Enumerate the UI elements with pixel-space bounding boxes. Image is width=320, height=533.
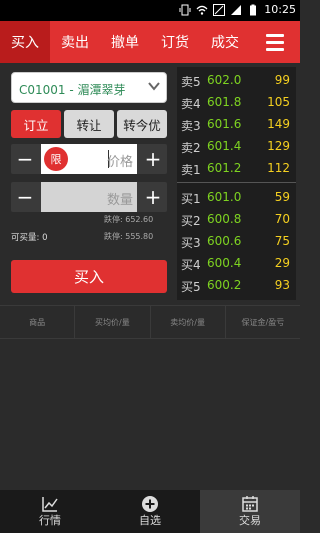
signal-icon [231, 4, 242, 15]
order-type-group: 订立 转让 转今优 [11, 110, 167, 138]
bottom-nav: 行情 自选 交易 [0, 490, 300, 533]
order-book-panel: 卖5 602.0 99 卖4 601.8 105 卖3 601.6 149 卖2… [177, 67, 296, 300]
clock-time: 10:25 [264, 3, 296, 16]
add-circle-icon [142, 496, 158, 512]
tab-cancel-order[interactable]: 撤单 [100, 21, 150, 63]
column-header-product: 商品 [0, 306, 76, 338]
bid-label: 买4 [181, 258, 201, 272]
bid-label: 买1 [181, 192, 201, 206]
bid-volume: 93 [274, 278, 290, 292]
transfer-button[interactable]: 转让 [64, 110, 114, 138]
ask-label: 卖5 [181, 75, 201, 89]
nav-trade[interactable]: 交易 [200, 490, 300, 533]
ask-label: 卖1 [181, 163, 201, 177]
calendar-icon [242, 496, 258, 512]
order-book: 卖5 602.0 99 卖4 601.8 105 卖3 601.6 149 卖2… [174, 63, 300, 303]
column-header-margin-pnl: 保证金/盈亏 [241, 317, 285, 327]
nav-watchlist[interactable]: 自选 [100, 490, 200, 533]
menu-button[interactable] [250, 21, 300, 63]
bid-row: 买2 600.8 70 [177, 208, 296, 230]
nav-market[interactable]: 行情 [0, 490, 100, 533]
ask-price: 602.0 [207, 73, 242, 87]
ask-volume: 149 [267, 117, 290, 131]
ask-row: 卖1 601.2 112 [177, 157, 296, 179]
quantity-increment-button[interactable]: + [139, 182, 167, 212]
tab-sell[interactable]: 卖出 [50, 21, 100, 63]
ask-price: 601.4 [207, 139, 242, 153]
no-signal-icon [213, 3, 226, 16]
buy-submit-button[interactable]: 买入 [11, 260, 167, 293]
price-input[interactable]: 限 价格 [41, 144, 137, 174]
price-stepper: − 限 价格 + [11, 144, 167, 174]
limit-down-price: 跌停: 555.80 [104, 232, 154, 241]
bid-volume: 75 [274, 234, 290, 248]
bid-label: 买2 [181, 214, 201, 228]
bid-price: 600.2 [207, 278, 242, 292]
bid-row: 买4 600.4 29 [177, 252, 296, 274]
menu-icon [266, 33, 284, 37]
bid-label: 买5 [181, 280, 201, 294]
order-form: C01001 - 湄潭翠芽 订立 转让 转今优 − 限 价格 + − 数量 + … [0, 63, 174, 303]
positions-table-header: 商品 买均价/量 卖均价/量 保证金/盈亏 [0, 305, 300, 339]
column-header-buy-avg: 买均价/量 [75, 306, 151, 338]
ask-label: 卖3 [181, 119, 201, 133]
ask-volume: 129 [267, 139, 290, 153]
trade-tabs: 买入 卖出 撤单 订货 成交 [0, 21, 300, 63]
price-limits: 跌停: 652.60 跌停: 555.80 [104, 211, 153, 245]
chart-icon [42, 497, 58, 512]
bid-volume: 29 [274, 256, 290, 270]
bid-price: 600.8 [207, 212, 242, 226]
ask-row: 卖2 601.4 129 [177, 135, 296, 157]
bid-row: 买1 601.0 59 [177, 186, 296, 208]
price-decrement-button[interactable]: − [11, 144, 39, 174]
tab-buy[interactable]: 买入 [0, 21, 50, 63]
ask-row: 卖5 602.0 99 [177, 69, 296, 91]
limit-up-price: 跌停: 652.60 [104, 215, 154, 224]
book-divider [177, 182, 296, 183]
quantity-input[interactable]: 数量 [41, 182, 137, 212]
bid-volume: 59 [274, 190, 290, 204]
limit-price-badge[interactable]: 限 [44, 147, 68, 171]
bid-price: 600.4 [207, 256, 242, 270]
nav-watchlist-label: 自选 [139, 514, 161, 527]
ask-row: 卖3 601.6 149 [177, 113, 296, 135]
price-placeholder: 价格 [106, 155, 133, 170]
wifi-icon [196, 5, 208, 15]
chevron-down-icon [148, 82, 160, 91]
ask-row: 卖4 601.8 105 [177, 91, 296, 113]
battery-icon [250, 4, 257, 15]
status-bar: 10:25 [0, 0, 300, 21]
ask-volume: 99 [274, 73, 290, 87]
quantity-stepper: − 数量 + [11, 182, 167, 212]
ask-label: 卖4 [181, 97, 201, 111]
quantity-placeholder: 数量 [106, 193, 133, 208]
bid-volume: 70 [274, 212, 290, 226]
ask-price: 601.6 [207, 117, 242, 131]
bid-row: 买5 600.2 93 [177, 274, 296, 296]
nav-trade-label: 交易 [239, 514, 261, 527]
ask-price: 601.2 [207, 161, 242, 175]
vibrate-icon [179, 4, 191, 15]
ask-price: 601.8 [207, 95, 242, 109]
ask-label: 卖2 [181, 141, 201, 155]
transfer-today-priority-button[interactable]: 转今优 [117, 110, 167, 138]
price-increment-button[interactable]: + [139, 144, 167, 174]
ask-volume: 112 [267, 161, 290, 175]
bid-row: 买3 600.6 75 [177, 230, 296, 252]
product-select-value: C01001 - 湄潭翠芽 [19, 83, 126, 97]
product-select[interactable]: C01001 - 湄潭翠芽 [11, 72, 167, 103]
tab-deals[interactable]: 成交 [200, 21, 250, 63]
open-order-button[interactable]: 订立 [11, 110, 61, 138]
nav-market-label: 行情 [39, 514, 61, 527]
bid-price: 600.6 [207, 234, 242, 248]
column-header-sell-avg: 卖均价/量 [151, 306, 226, 338]
quantity-decrement-button[interactable]: − [11, 182, 39, 212]
bid-label: 买3 [181, 236, 201, 250]
max-buy-quantity: 可买量: 0 [11, 233, 48, 243]
ask-volume: 105 [267, 95, 290, 109]
tab-orders[interactable]: 订货 [150, 21, 200, 63]
bid-price: 601.0 [207, 190, 242, 204]
